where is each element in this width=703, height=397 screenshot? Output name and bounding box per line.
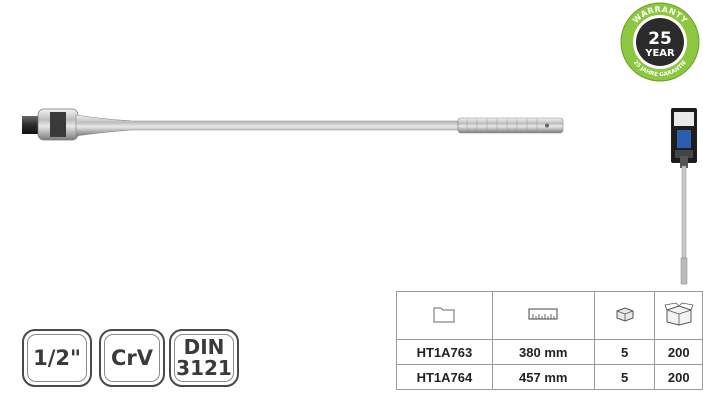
cell-length: 457 mm xyxy=(491,364,595,390)
ruler-icon xyxy=(528,308,558,320)
seal-number: 25 xyxy=(648,29,672,49)
standard-badge: DIN 3121 xyxy=(169,329,239,387)
folder-icon xyxy=(433,307,455,323)
seal-unit: YEAR xyxy=(644,48,675,59)
spec-table: HT1A763 380 mm 5 200 HT1A764 457 mm 5 20… xyxy=(396,291,703,390)
cell-code: HT1A764 xyxy=(396,364,493,390)
box-icon xyxy=(616,307,634,322)
drive-size-badge: 1/2" xyxy=(22,329,92,387)
header-cell-pack xyxy=(593,291,656,340)
cell-pack: 5 xyxy=(593,339,656,365)
material-badge: CrV xyxy=(99,329,165,387)
packaging-image xyxy=(671,108,697,285)
header-cell-carton xyxy=(654,291,703,340)
cell-carton: 200 xyxy=(654,364,703,390)
table-row: HT1A764 457 mm 5 200 xyxy=(396,364,703,390)
warranty-seal: WARRANTY 25 JAHRE GARANTIE 25 YEAR xyxy=(620,2,700,82)
cell-carton: 200 xyxy=(654,339,703,365)
flex-handle-image xyxy=(22,108,564,141)
table-header-row xyxy=(396,291,703,340)
cell-length: 380 mm xyxy=(491,339,595,365)
table-row: HT1A763 380 mm 5 200 xyxy=(396,339,703,365)
header-cell-length xyxy=(491,291,595,340)
cell-pack: 5 xyxy=(593,364,656,390)
header-cell-code xyxy=(396,291,493,340)
carton-icon xyxy=(664,302,694,326)
cell-code: HT1A763 xyxy=(396,339,493,365)
